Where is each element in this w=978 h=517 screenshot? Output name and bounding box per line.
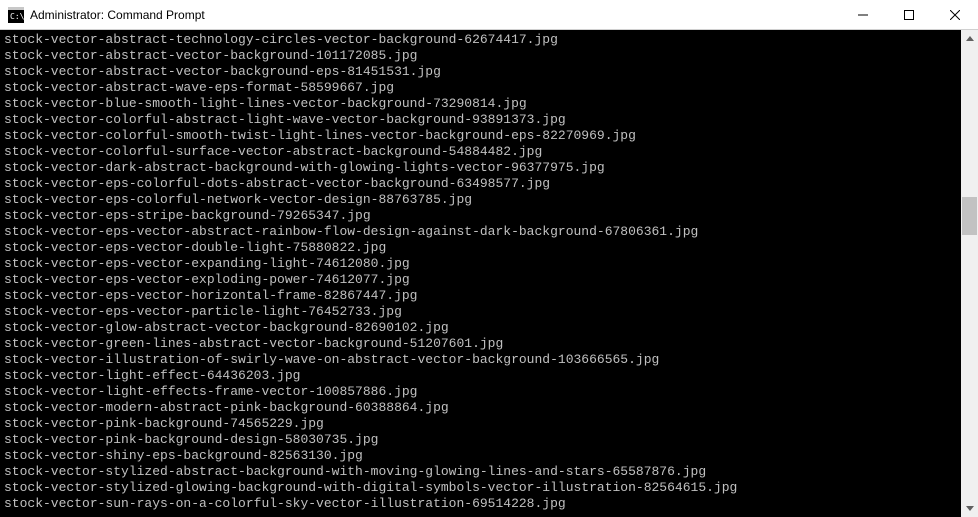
- cmd-icon: C:\: [8, 7, 24, 23]
- terminal-line: stock-vector-colorful-smooth-twist-light…: [4, 128, 961, 144]
- vertical-scrollbar[interactable]: [961, 30, 978, 517]
- terminal-line: stock-vector-eps-colorful-dots-abstract-…: [4, 176, 961, 192]
- terminal-output[interactable]: stock-vector-abstract-technology-circles…: [0, 30, 961, 517]
- terminal-line: stock-vector-shiny-eps-background-825631…: [4, 448, 961, 464]
- close-button[interactable]: [932, 0, 978, 30]
- terminal-line: stock-vector-light-effects-frame-vector-…: [4, 384, 961, 400]
- scroll-down-arrow[interactable]: [961, 500, 978, 517]
- terminal-line: stock-vector-eps-vector-particle-light-7…: [4, 304, 961, 320]
- scrollbar-track[interactable]: [961, 47, 978, 500]
- terminal-line: stock-vector-green-lines-abstract-vector…: [4, 336, 961, 352]
- terminal-line: stock-vector-abstract-wave-eps-format-58…: [4, 80, 961, 96]
- minimize-button[interactable]: [840, 0, 886, 30]
- scroll-up-arrow[interactable]: [961, 30, 978, 47]
- terminal-line: stock-vector-eps-stripe-background-79265…: [4, 208, 961, 224]
- terminal-line: stock-vector-stylized-abstract-backgroun…: [4, 464, 961, 480]
- terminal-line: stock-vector-pink-background-design-5803…: [4, 432, 961, 448]
- terminal-line: stock-vector-modern-abstract-pink-backgr…: [4, 400, 961, 416]
- terminal-line: stock-vector-blue-smooth-light-lines-vec…: [4, 96, 961, 112]
- maximize-button[interactable]: [886, 0, 932, 30]
- terminal-line: stock-vector-eps-vector-expanding-light-…: [4, 256, 961, 272]
- terminal-line: stock-vector-abstract-vector-background-…: [4, 64, 961, 80]
- terminal-line: stock-vector-stylized-glowing-background…: [4, 480, 961, 496]
- terminal-line: stock-vector-colorful-surface-vector-abs…: [4, 144, 961, 160]
- terminal-line: stock-vector-eps-vector-double-light-758…: [4, 240, 961, 256]
- svg-text:C:\: C:\: [10, 12, 24, 21]
- terminal-line: stock-vector-eps-vector-exploding-power-…: [4, 272, 961, 288]
- terminal-area: stock-vector-abstract-technology-circles…: [0, 30, 978, 517]
- window-title: Administrator: Command Prompt: [30, 8, 205, 22]
- terminal-line: stock-vector-glow-abstract-vector-backgr…: [4, 320, 961, 336]
- terminal-line: stock-vector-pink-background-74565229.jp…: [4, 416, 961, 432]
- terminal-line: stock-vector-eps-vector-horizontal-frame…: [4, 288, 961, 304]
- terminal-line: stock-vector-eps-colorful-network-vector…: [4, 192, 961, 208]
- terminal-line: stock-vector-eps-vector-abstract-rainbow…: [4, 224, 961, 240]
- terminal-line: stock-vector-illustration-of-swirly-wave…: [4, 352, 961, 368]
- terminal-line: stock-vector-colorful-abstract-light-wav…: [4, 112, 961, 128]
- terminal-line: stock-vector-abstract-vector-background-…: [4, 48, 961, 64]
- titlebar: C:\ Administrator: Command Prompt: [0, 0, 978, 30]
- terminal-line: stock-vector-abstract-technology-circles…: [4, 32, 961, 48]
- terminal-line: stock-vector-dark-abstract-background-wi…: [4, 160, 961, 176]
- terminal-line: stock-vector-sun-rays-on-a-colorful-sky-…: [4, 496, 961, 512]
- scrollbar-thumb[interactable]: [962, 197, 977, 235]
- terminal-line: stock-vector-light-effect-64436203.jpg: [4, 368, 961, 384]
